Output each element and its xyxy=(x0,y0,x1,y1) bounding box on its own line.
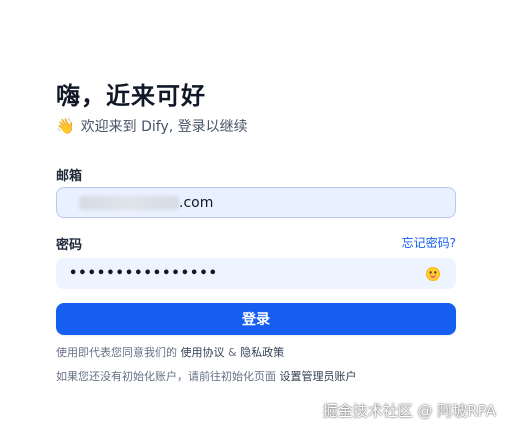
login-button[interactable]: 登录 xyxy=(56,303,456,335)
login-page: 嗨，近来可好 👋 欢迎来到 Dify, 登录以继续 邮箱 .com 密码 忘记密… xyxy=(0,0,508,434)
welcome-subtitle: 👋 欢迎来到 Dify, 登录以继续 xyxy=(56,116,248,136)
password-field[interactable]: •••••••••••••••• xyxy=(56,258,456,289)
setup-admin-link[interactable]: 设置管理员账户 xyxy=(280,370,357,383)
password-masked-value: •••••••••••••••• xyxy=(69,266,218,281)
setup-notice: 如果您还没有初始化账户，请前往初始化页面 设置管理员账户 xyxy=(56,368,357,384)
setup-prefix: 如果您还没有初始化账户，请前往初始化页面 xyxy=(56,370,276,383)
terms-prefix: 使用即代表您同意我们的 xyxy=(56,346,177,359)
show-password-eye-icon[interactable] xyxy=(425,266,441,282)
terms-of-use-link[interactable]: 使用协议 xyxy=(181,346,225,359)
privacy-policy-link[interactable]: 隐私政策 xyxy=(240,346,284,359)
waving-hand-icon: 👋 xyxy=(56,116,75,135)
watermark-text: 掘金技术社区 @ 阿坡RPA xyxy=(322,402,496,420)
email-value: .com xyxy=(69,195,443,211)
email-field[interactable]: .com xyxy=(56,187,456,218)
page-title: 嗨，近来可好 xyxy=(56,82,206,110)
terms-notice: 使用即代表您同意我们的 使用协议 & 隐私政策 xyxy=(56,344,284,360)
password-label: 密码 xyxy=(56,238,83,253)
email-domain-suffix: .com xyxy=(179,194,214,211)
subtitle-text: 欢迎来到 Dify, 登录以继续 xyxy=(80,119,248,135)
terms-and: & xyxy=(228,346,237,359)
redacted-email-mask xyxy=(79,195,179,210)
email-label: 邮箱 xyxy=(56,169,83,184)
forgot-password-link[interactable]: 忘记密码? xyxy=(402,234,456,251)
